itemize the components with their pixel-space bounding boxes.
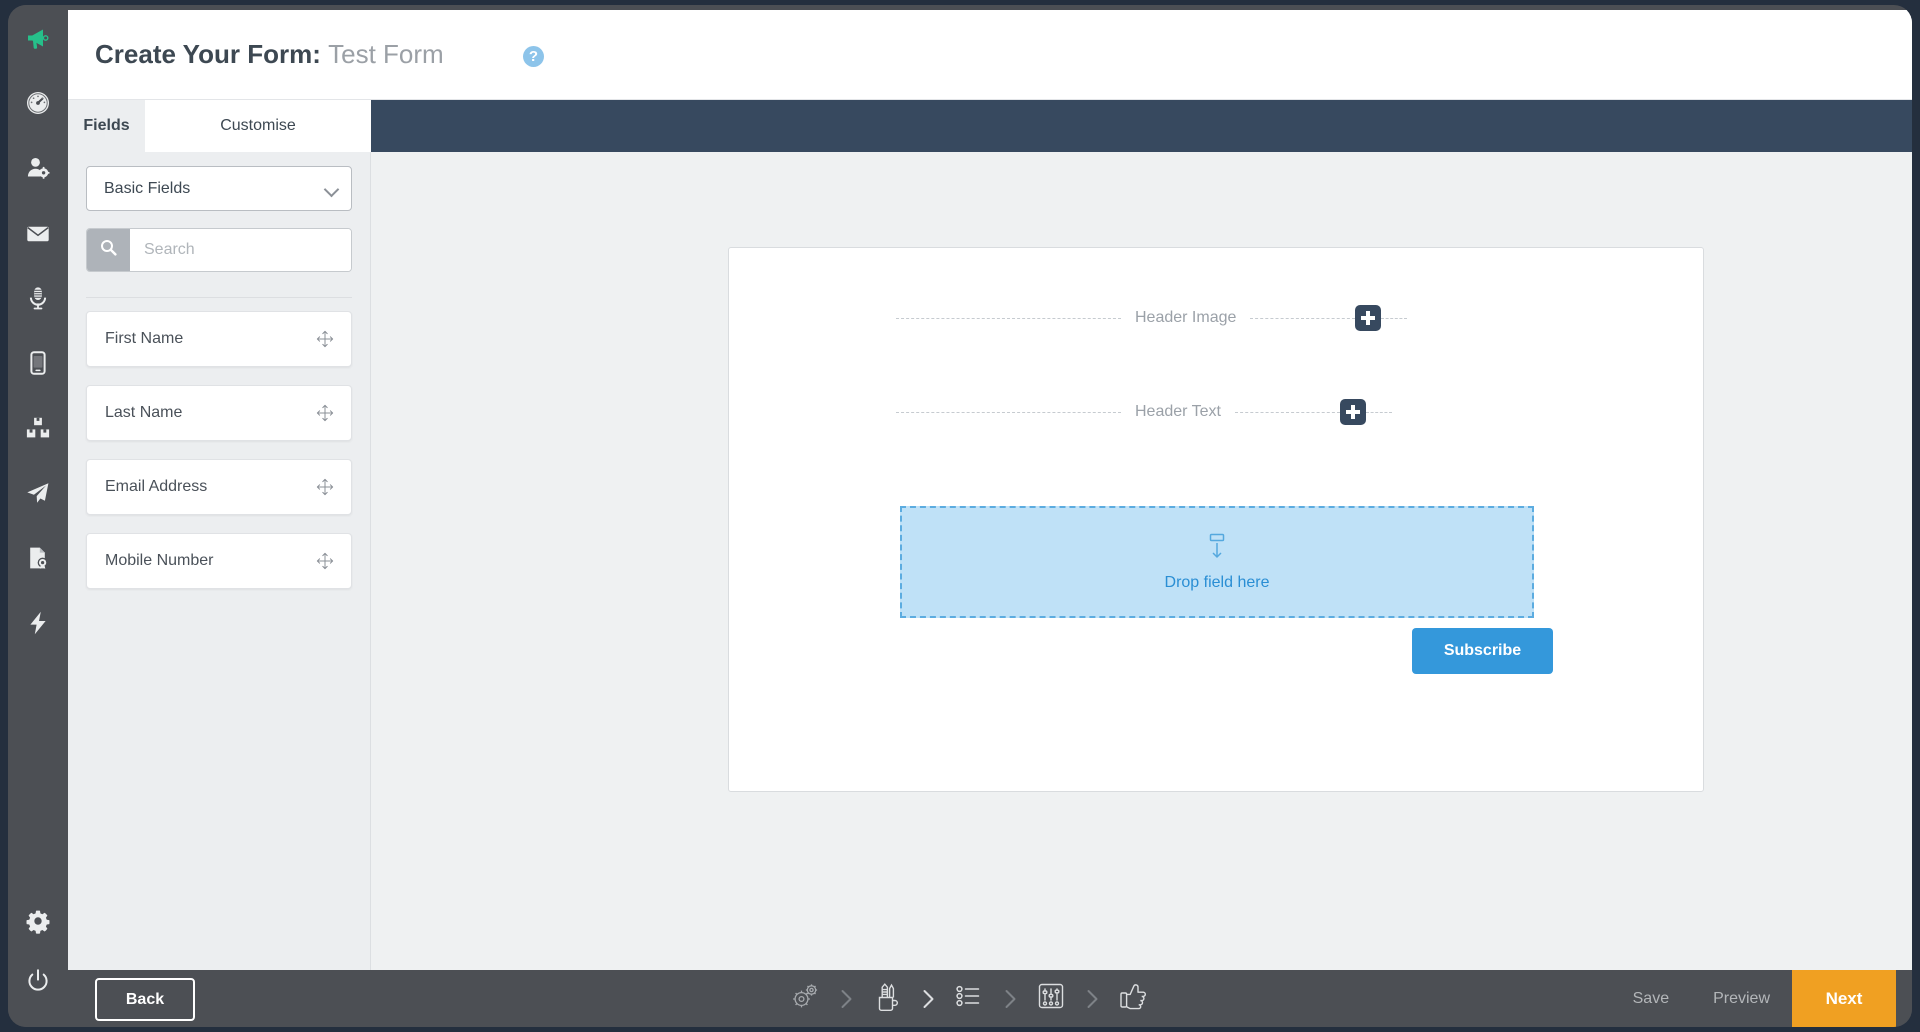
- move-arrows-icon[interactable]: [316, 478, 334, 496]
- dashed-line: [896, 318, 1121, 319]
- add-header-text-button[interactable]: [1340, 399, 1366, 425]
- help-circle-icon[interactable]: ?: [523, 46, 544, 67]
- thumbs-up-confirm-icon: [1116, 979, 1150, 1018]
- chevron-right-icon: [838, 988, 854, 1010]
- left-icon-rail: [8, 5, 68, 1027]
- sidebar-item-logout[interactable]: [8, 951, 68, 1011]
- mobile-phone-icon: [25, 350, 51, 376]
- field-label: Email Address: [87, 478, 207, 496]
- step-design[interactable]: [864, 976, 910, 1022]
- move-arrows-icon[interactable]: [316, 404, 334, 422]
- pencil-cup-design-icon: [870, 979, 904, 1018]
- field-card-mobile-number[interactable]: Mobile Number: [86, 533, 352, 589]
- chevron-right-icon: [1084, 988, 1100, 1010]
- user-settings-icon: [25, 155, 51, 181]
- form-preview-card: Header Image Header Text Drop: [728, 247, 1704, 792]
- dashed-line: [896, 412, 1121, 413]
- field-card-email-address[interactable]: Email Address: [86, 459, 352, 515]
- tab-customise[interactable]: Customise: [145, 100, 371, 152]
- add-header-image-button[interactable]: [1355, 305, 1381, 331]
- step-indicator: [782, 970, 1156, 1027]
- paper-plane-icon: [25, 480, 51, 506]
- field-card-first-name[interactable]: First Name: [86, 311, 352, 367]
- step-settings[interactable]: [1028, 976, 1074, 1022]
- dashboard-gauge-icon: [25, 90, 51, 116]
- lightning-bolt-icon: [25, 610, 51, 636]
- move-arrows-icon[interactable]: [316, 330, 334, 348]
- field-label: First Name: [87, 330, 183, 348]
- subscribe-button[interactable]: Subscribe: [1412, 628, 1553, 674]
- fields-panel: Basic Fields First Name: [68, 152, 371, 970]
- app-root: Create Your Form: Test Form ? Fields Cus…: [0, 0, 1920, 1032]
- chevron-right-icon: [920, 988, 936, 1010]
- search-button[interactable]: [87, 229, 130, 271]
- field-category-select[interactable]: Basic Fields: [86, 166, 352, 211]
- document-award-icon: [25, 545, 51, 571]
- dashed-line: [1235, 412, 1340, 413]
- sidebar-item-dashboard[interactable]: [8, 70, 68, 135]
- dashed-line: [1381, 318, 1407, 319]
- field-category-value: Basic Fields: [104, 180, 190, 198]
- preview-button[interactable]: Preview: [1691, 990, 1792, 1008]
- sidebar-item-contacts[interactable]: [8, 135, 68, 200]
- microphone-icon: [25, 285, 51, 311]
- dropzone-label: Drop field here: [1165, 574, 1270, 592]
- sidebar-item-settings[interactable]: [8, 891, 68, 951]
- sidebar-item-products[interactable]: [8, 395, 68, 460]
- drop-target-icon: [1205, 533, 1229, 566]
- header-text-label: Header Text: [1121, 403, 1235, 421]
- envelope-icon: [25, 220, 51, 246]
- field-card-last-name[interactable]: Last Name: [86, 385, 352, 441]
- chevron-right-icon: [1002, 988, 1018, 1010]
- header-image-placeholder-row: Header Image: [729, 306, 1705, 330]
- header-image-label: Header Image: [1121, 309, 1250, 327]
- gears-setup-icon: [788, 979, 822, 1018]
- field-label: Mobile Number: [87, 552, 213, 570]
- sidebar-item-campaigns[interactable]: [8, 5, 68, 70]
- sidebar-item-mobile[interactable]: [8, 330, 68, 395]
- rail-primary-items: [8, 5, 68, 655]
- search-icon: [100, 239, 117, 261]
- next-button[interactable]: Next: [1792, 970, 1896, 1027]
- page-title-prefix: Create Your Form:: [95, 39, 321, 69]
- canvas-topbar: [371, 100, 1912, 152]
- tab-fields[interactable]: Fields: [68, 100, 145, 152]
- header-text-placeholder-row: Header Text: [729, 400, 1705, 424]
- move-arrows-icon[interactable]: [316, 552, 334, 570]
- products-boxes-icon: [25, 415, 51, 441]
- field-list: First Name Last Name Email Address: [86, 311, 352, 607]
- bottom-right-actions: Save Preview Next: [1611, 970, 1896, 1027]
- field-search-box: [86, 228, 352, 272]
- chevron-down-icon: [324, 182, 340, 198]
- step-confirm[interactable]: [1110, 976, 1156, 1022]
- gear-icon: [25, 908, 51, 934]
- save-button[interactable]: Save: [1611, 990, 1691, 1008]
- sliders-settings-icon: [1034, 979, 1068, 1018]
- dashed-line: [1250, 318, 1355, 319]
- panel-divider: [86, 297, 352, 298]
- sidebar-item-automation[interactable]: [8, 590, 68, 655]
- page-title-form-name: Test Form: [328, 39, 444, 69]
- sidebar-item-certificates[interactable]: [8, 525, 68, 590]
- step-setup[interactable]: [782, 976, 828, 1022]
- field-label: Last Name: [87, 404, 182, 422]
- sidebar-item-voice[interactable]: [8, 265, 68, 330]
- list-fields-icon: [952, 979, 986, 1018]
- app-frame: Create Your Form: Test Form ? Fields Cus…: [8, 5, 1912, 1027]
- sidebar-item-send[interactable]: [8, 460, 68, 525]
- dashed-line: [1366, 412, 1392, 413]
- rail-utility-items: [8, 891, 68, 1011]
- search-input[interactable]: [130, 229, 351, 271]
- page-header: Create Your Form: Test Form ?: [68, 10, 1912, 100]
- form-canvas: Header Image Header Text Drop: [371, 152, 1912, 970]
- field-dropzone[interactable]: Drop field here: [900, 506, 1534, 618]
- sidebar-item-email[interactable]: [8, 200, 68, 265]
- bottom-toolbar: Back: [68, 970, 1912, 1027]
- megaphone-icon: [25, 25, 51, 51]
- power-icon: [25, 968, 51, 994]
- step-fields[interactable]: [946, 976, 992, 1022]
- main-area: Create Your Form: Test Form ? Fields Cus…: [68, 10, 1912, 970]
- back-button[interactable]: Back: [95, 978, 195, 1021]
- page-title: Create Your Form: Test Form: [95, 39, 444, 70]
